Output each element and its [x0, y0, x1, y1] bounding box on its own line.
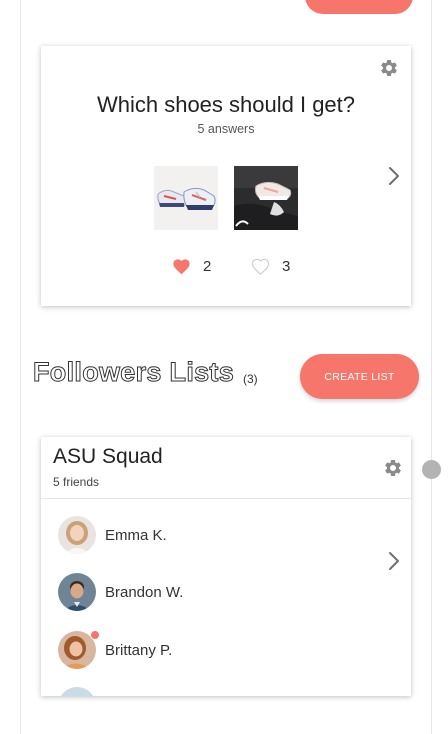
friend-name: Brandon W. — [105, 583, 184, 601]
avatar — [58, 516, 96, 554]
poll-option-image-2[interactable] — [234, 166, 298, 230]
friend-item[interactable]: Emma K. — [58, 515, 167, 555]
friend-name: Brittany P. — [105, 641, 173, 659]
list-title: ASU Squad — [53, 445, 163, 468]
top-action-button[interactable] — [305, 0, 413, 14]
chevron-right-icon[interactable] — [387, 551, 401, 571]
gear-icon[interactable] — [383, 458, 403, 478]
heart-filled-icon[interactable] — [172, 258, 191, 275]
friend-item[interactable]: Brittany P. — [58, 630, 172, 670]
avatar — [58, 573, 96, 611]
friend-name: Emma K. — [105, 526, 167, 544]
vote-option-1[interactable]: 2 — [172, 256, 211, 276]
poll-option-image-1[interactable] — [154, 166, 218, 230]
vote-count-1: 2 — [203, 257, 212, 275]
section-count: (3) — [243, 372, 258, 386]
avatar-wrapper — [58, 630, 100, 669]
list-member-count: 5 friends — [53, 475, 100, 489]
section-title: Followers Lists — [32, 357, 235, 388]
scroll-handle[interactable] — [422, 460, 441, 479]
online-status-dot — [90, 630, 100, 640]
heart-outline-icon[interactable] — [251, 258, 270, 275]
chevron-right-icon[interactable] — [387, 166, 401, 186]
divider — [41, 498, 411, 499]
vote-count-2: 3 — [282, 257, 291, 275]
vote-option-2[interactable]: 3 — [251, 256, 290, 276]
friend-item[interactable]: Brandon W. — [58, 572, 183, 612]
gear-icon[interactable] — [379, 58, 399, 78]
poll-question: Which shoes should I get? — [96, 92, 356, 117]
poll-card: Which shoes should I get? 5 answers 2 3 — [41, 46, 411, 306]
followers-list-card[interactable]: ASU Squad 5 friends Emma K. Brandon W. B… — [41, 437, 411, 696]
create-list-button[interactable]: CREATE LIST — [300, 354, 419, 399]
avatar-partial — [58, 687, 96, 696]
poll-answers-count: 5 answers — [197, 122, 255, 136]
